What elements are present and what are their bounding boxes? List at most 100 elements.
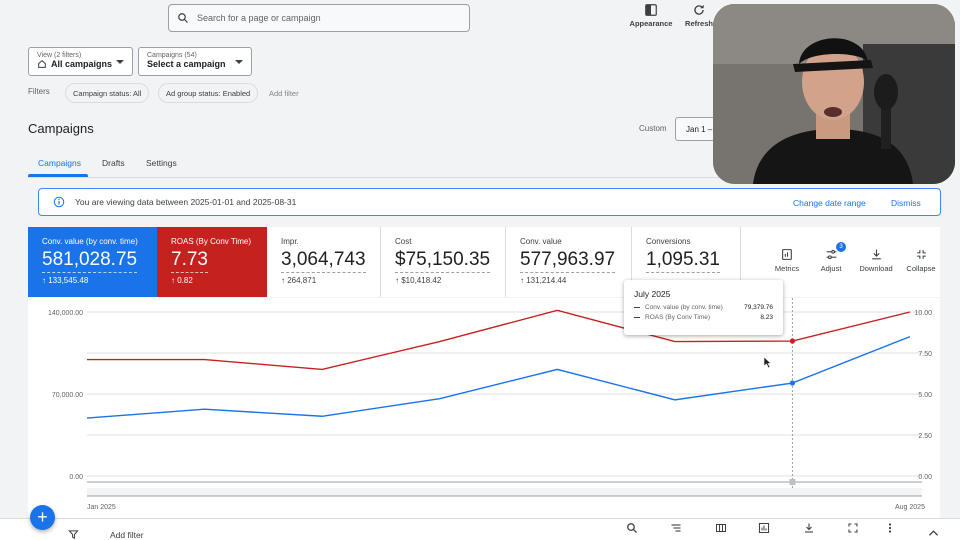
download-icon bbox=[871, 249, 881, 260]
change-date-range-link[interactable]: Change date range bbox=[793, 198, 866, 208]
page-title: Campaigns bbox=[28, 121, 94, 136]
x-axis-tick-label: Jan 2025 bbox=[87, 504, 116, 511]
metric-value: 7.73 bbox=[171, 249, 208, 273]
adjust-icon bbox=[826, 249, 836, 260]
adjust-badge: 3 bbox=[836, 242, 846, 252]
tab-campaigns[interactable]: Campaigns bbox=[38, 158, 81, 168]
hover-point bbox=[789, 380, 796, 386]
tooltip-row: Conv. value (by conv. time) 79,379.76 bbox=[634, 304, 773, 311]
metric-card-impressions[interactable]: Impr. 3,064,743 ↑ 264,871 bbox=[267, 227, 381, 297]
metrics-button[interactable]: Metrics bbox=[765, 248, 809, 273]
metric-delta: ↑ 133,545.48 bbox=[42, 276, 89, 285]
date-info-banner: You are viewing data between 2025-01-01 … bbox=[38, 188, 941, 216]
appearance-button[interactable]: Appearance bbox=[626, 3, 676, 28]
collapse-button[interactable]: Collapse bbox=[899, 248, 943, 273]
view-selector-value: All campaigns bbox=[51, 59, 113, 69]
chevron-down-icon bbox=[116, 60, 124, 64]
metric-delta: ↑ 264,871 bbox=[281, 276, 317, 285]
right-axis-tick-label: 2.50 bbox=[918, 433, 932, 440]
metric-label: Conv. value (by conv. time) bbox=[42, 237, 138, 246]
collapse-icon bbox=[916, 250, 926, 259]
right-axis-tick-label: 10.00 bbox=[914, 310, 932, 317]
metric-label: Conv. value bbox=[520, 237, 562, 246]
metric-delta: ↑ $10,418.42 bbox=[395, 276, 442, 285]
metric-card-cost[interactable]: Cost $75,150.35 ↑ $10,418.42 bbox=[381, 227, 506, 297]
right-axis-tick-label: 0.00 bbox=[918, 474, 932, 481]
view-selector-caption: View (2 filters) bbox=[37, 52, 82, 59]
metric-card-roas[interactable]: ROAS (By Conv Time) 7.73 ↑ 0.82 bbox=[157, 227, 267, 297]
metric-card-conv-value[interactable]: Conv. value 577,963.97 ↑ 131,214.44 bbox=[506, 227, 632, 297]
campaign-selector-value: Select a campaign bbox=[147, 59, 226, 69]
more-options-icon[interactable] bbox=[886, 522, 894, 534]
right-axis-tick-label: 5.00 bbox=[918, 392, 932, 399]
hover-point bbox=[789, 338, 796, 344]
adjust-button[interactable]: Adjust bbox=[809, 248, 853, 273]
tooltip-value: 8.23 bbox=[760, 314, 773, 321]
presenter-video bbox=[713, 4, 955, 184]
metric-value: 3,064,743 bbox=[281, 249, 366, 273]
metric-value: 581,028.75 bbox=[42, 249, 138, 273]
webcam-overlay bbox=[713, 4, 955, 184]
download-button[interactable]: Download bbox=[854, 248, 898, 273]
chevron-down-icon bbox=[235, 60, 243, 64]
metric-label: ROAS (By Conv Time) bbox=[171, 237, 252, 246]
filter-chip-campaign-status[interactable]: Campaign status: All bbox=[65, 83, 150, 103]
metric-delta: ↑ 0.82 bbox=[171, 276, 193, 285]
series-line bbox=[86, 335, 911, 419]
search-placeholder: Search for a page or campaign bbox=[197, 13, 321, 23]
metric-card-conv-value-by-time[interactable]: Conv. value (by conv. time) 581,028.75 ↑… bbox=[28, 227, 157, 297]
metrics-icon bbox=[781, 249, 792, 260]
metric-value: $75,150.35 bbox=[395, 249, 491, 273]
collapse-label: Collapse bbox=[906, 264, 936, 273]
segment-icon[interactable] bbox=[670, 522, 682, 534]
search-input[interactable]: Search for a page or campaign bbox=[168, 4, 470, 32]
x-axis-tick-label: Aug 2025 bbox=[895, 504, 925, 511]
add-filter-button[interactable]: Add filter bbox=[110, 530, 144, 540]
metric-label: Cost bbox=[395, 237, 412, 246]
reports-icon[interactable] bbox=[758, 522, 770, 534]
left-axis-tick-label: 140,000.00 bbox=[48, 310, 83, 317]
view-selector[interactable]: View (2 filters) All campaigns bbox=[28, 47, 133, 76]
search-icon bbox=[178, 13, 188, 23]
download-label: Download bbox=[859, 264, 893, 273]
filter-icon[interactable] bbox=[68, 529, 79, 540]
campaign-selector-caption: Campaigns (54) bbox=[147, 52, 197, 59]
left-axis-tick-label: 0.00 bbox=[69, 474, 83, 481]
adjust-label: Adjust bbox=[820, 264, 842, 273]
info-icon bbox=[53, 196, 65, 208]
tab-drafts[interactable]: Drafts bbox=[102, 158, 125, 168]
tooltip-title: July 2025 bbox=[634, 289, 671, 299]
right-axis-tick-label: 7.50 bbox=[918, 351, 932, 358]
tooltip-value: 79,379.76 bbox=[744, 304, 773, 311]
date-mode-label: Custom bbox=[639, 124, 667, 133]
download-icon[interactable] bbox=[803, 522, 815, 534]
mouse-cursor-icon bbox=[764, 357, 772, 368]
left-axis-tick-label: 70,000.00 bbox=[52, 392, 83, 399]
metrics-label: Metrics bbox=[774, 264, 800, 273]
columns-icon[interactable] bbox=[715, 522, 727, 534]
campaign-selector[interactable]: Campaigns (54) Select a campaign bbox=[138, 47, 252, 76]
dismiss-link[interactable]: Dismiss bbox=[891, 198, 921, 208]
refresh-icon bbox=[694, 4, 704, 15]
series-line bbox=[87, 309, 911, 371]
hover-handle bbox=[789, 479, 796, 485]
line-chart-svg: 10.00 7.50 5.00 2.50 0.00 140,000.00 70,000.00… bbox=[48, 298, 932, 511]
add-filter-link[interactable]: Add filter bbox=[269, 89, 299, 98]
refresh-label: Refresh bbox=[685, 19, 713, 28]
table-toolbar bbox=[0, 518, 960, 540]
create-fab-button[interactable]: + bbox=[30, 505, 55, 530]
metric-value: 1,095.31 bbox=[646, 249, 720, 273]
metric-value: 577,963.97 bbox=[520, 249, 616, 273]
search-icon[interactable] bbox=[626, 522, 638, 534]
banner-message: You are viewing data between 2025-01-01 … bbox=[75, 197, 297, 207]
home-icon bbox=[38, 60, 46, 68]
chevron-up-icon[interactable] bbox=[928, 529, 939, 537]
metric-label: Impr. bbox=[281, 237, 299, 246]
tooltip-row: ROAS (By Conv Time) 8.23 bbox=[634, 314, 773, 321]
tab-settings[interactable]: Settings bbox=[146, 158, 177, 168]
expand-icon[interactable] bbox=[847, 522, 859, 534]
appearance-label: Appearance bbox=[629, 19, 673, 28]
performance-chart: 10.00 7.50 5.00 2.50 0.00 140,000.00 70,000.00… bbox=[28, 298, 940, 518]
filter-chip-ad-group-status[interactable]: Ad group status: Enabled bbox=[158, 83, 259, 103]
metric-delta: ↑ 131,214.44 bbox=[520, 276, 567, 285]
